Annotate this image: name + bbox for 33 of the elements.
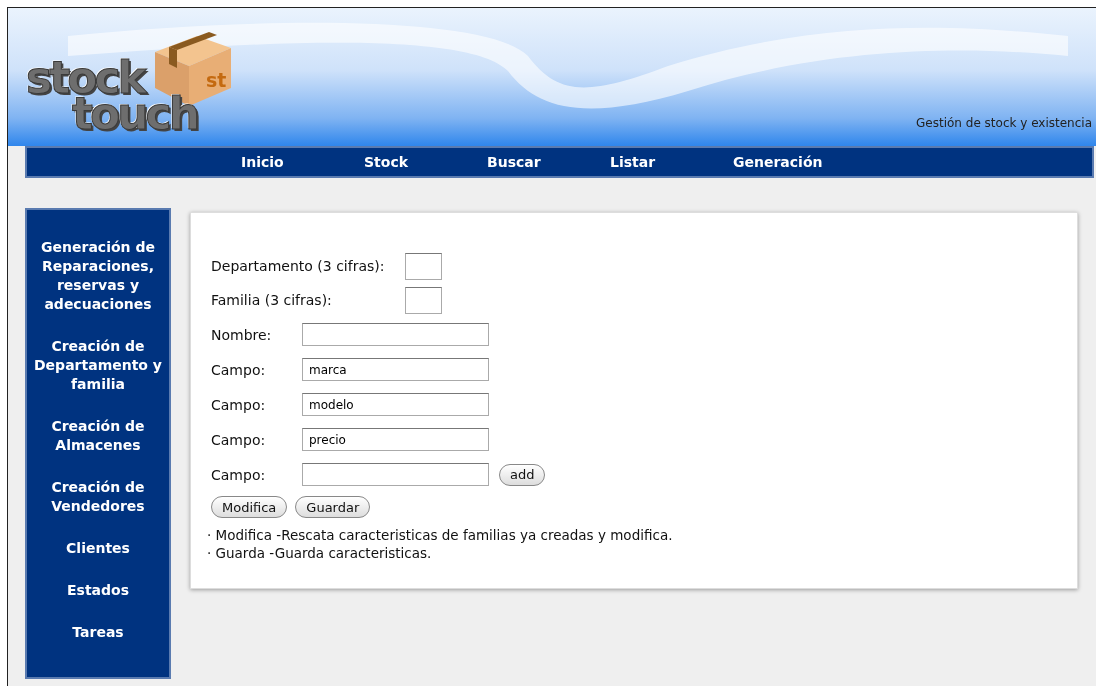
sidebar-link[interactable]: Generación de Reparaciones, reservas y adecuaciones <box>31 238 165 314</box>
sidebar-link[interactable]: Creación de Almacenes <box>31 417 165 455</box>
form-button[interactable]: Modifica <box>211 496 288 518</box>
tagline: Gestión de stock y existencia <box>916 116 1092 130</box>
logo-badge-text: st <box>206 70 227 90</box>
nav-link[interactable]: Stock <box>364 154 487 170</box>
field-label: Campo: <box>211 466 267 483</box>
nav-link[interactable]: Generación <box>733 154 856 170</box>
help-note: · Guarda -Guarda caracteristicas. <box>207 544 433 562</box>
add-button[interactable]: add <box>499 463 546 486</box>
nav-link[interactable]: Buscar <box>487 154 610 170</box>
field-label: Departamento (3 cifras): <box>211 258 386 274</box>
field-label: Familia (3 cifras): <box>211 292 333 308</box>
nav-link[interactable]: Inicio <box>241 154 364 170</box>
sidebar-link[interactable]: Creación de Vendedores <box>31 478 165 516</box>
help-note: · Modifica -Rescata caracteristicas de familias ya creadas y modifica. <box>207 526 674 544</box>
sidebar-link[interactable]: Clientes <box>66 539 130 558</box>
input-field[interactable] <box>302 463 489 486</box>
nav-link[interactable]: Listar <box>610 154 733 170</box>
input-field[interactable]: marca <box>302 358 489 381</box>
field-label: Nombre: <box>211 326 273 343</box>
input-field[interactable]: precio <box>302 428 489 451</box>
form-button[interactable]: Guardar <box>295 496 371 518</box>
sidebar-link[interactable]: Estados <box>67 581 129 600</box>
field-label: Campo: <box>211 361 267 378</box>
input-field[interactable] <box>405 286 442 314</box>
field-label: Campo: <box>211 431 267 448</box>
field-label: Campo: <box>211 396 267 413</box>
input-field[interactable]: modelo <box>302 393 489 416</box>
input-field[interactable] <box>302 323 489 346</box>
input-field[interactable] <box>405 252 442 280</box>
sidebar-link[interactable]: Creación de Departamento y familia <box>31 337 165 394</box>
sidebar-link[interactable]: Tareas <box>72 623 124 642</box>
